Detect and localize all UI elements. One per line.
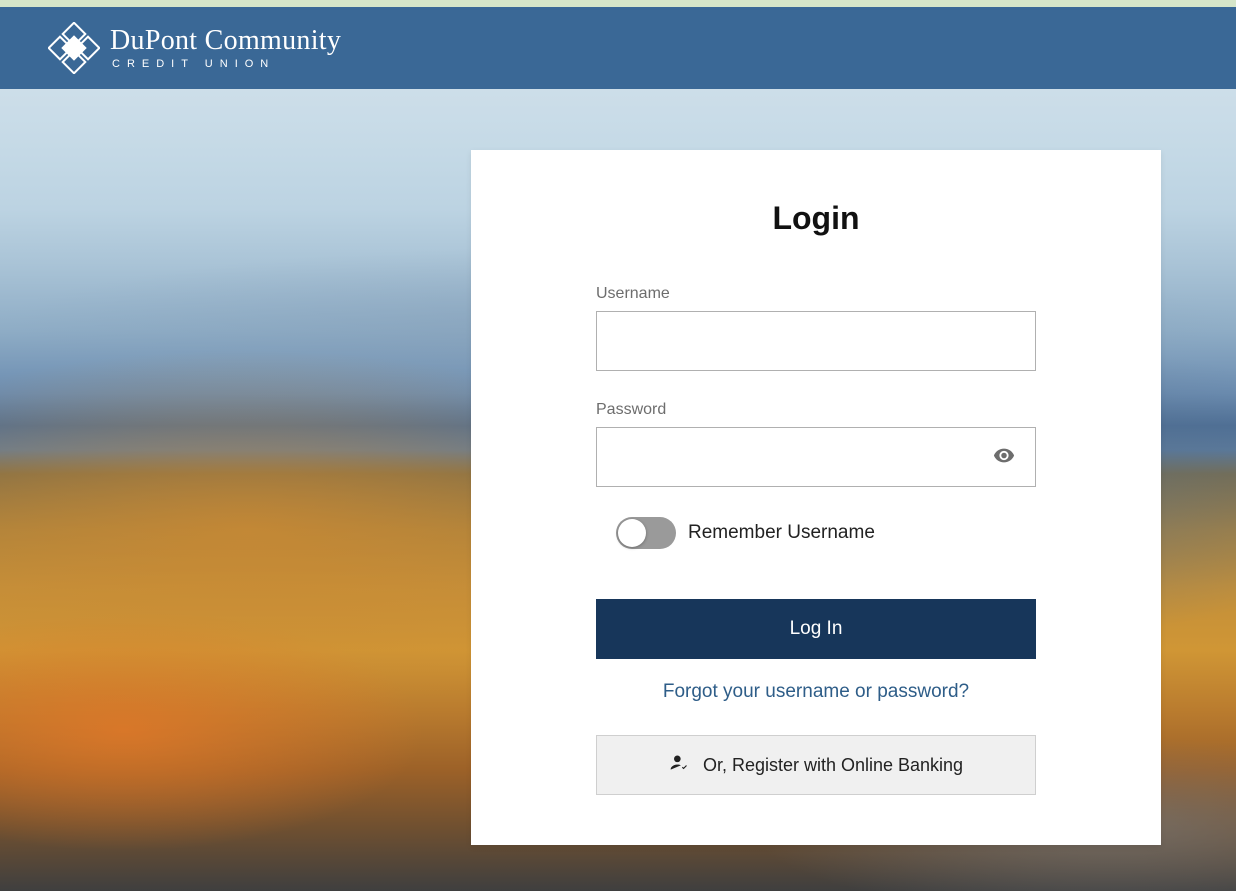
login-button[interactable]: Log In <box>596 599 1036 659</box>
username-label: Username <box>596 285 1036 303</box>
brand-text: DuPont Community CREDIT UNION <box>110 27 341 70</box>
top-accent-strip <box>0 0 1236 7</box>
username-input[interactable] <box>597 312 1035 370</box>
password-label: Password <box>596 401 1036 419</box>
toggle-thumb <box>618 519 646 547</box>
login-card: Login Username Password Remember Usernam… <box>471 150 1161 845</box>
forgot-credentials-link[interactable]: Forgot your username or password? <box>596 681 1036 703</box>
brand-name-line2: CREDIT UNION <box>112 59 341 70</box>
remember-label: Remember Username <box>688 522 875 544</box>
person-check-icon <box>669 753 689 778</box>
remember-username-toggle[interactable] <box>616 517 676 549</box>
brand-mark-icon <box>48 22 100 74</box>
login-heading: Login <box>596 200 1036 237</box>
username-field-group: Username <box>596 285 1036 371</box>
register-button[interactable]: Or, Register with Online Banking <box>596 735 1036 795</box>
site-header: DuPont Community CREDIT UNION <box>0 7 1236 89</box>
password-input[interactable] <box>597 428 1035 486</box>
remember-row: Remember Username <box>596 517 1036 549</box>
username-input-wrap <box>596 311 1036 371</box>
show-password-button[interactable] <box>987 439 1021 476</box>
password-field-group: Password <box>596 401 1036 487</box>
eye-icon <box>993 455 1015 470</box>
register-label: Or, Register with Online Banking <box>703 755 963 776</box>
brand-name-line1: DuPont Community <box>110 27 341 55</box>
password-input-wrap <box>596 427 1036 487</box>
brand-logo[interactable]: DuPont Community CREDIT UNION <box>48 22 341 74</box>
